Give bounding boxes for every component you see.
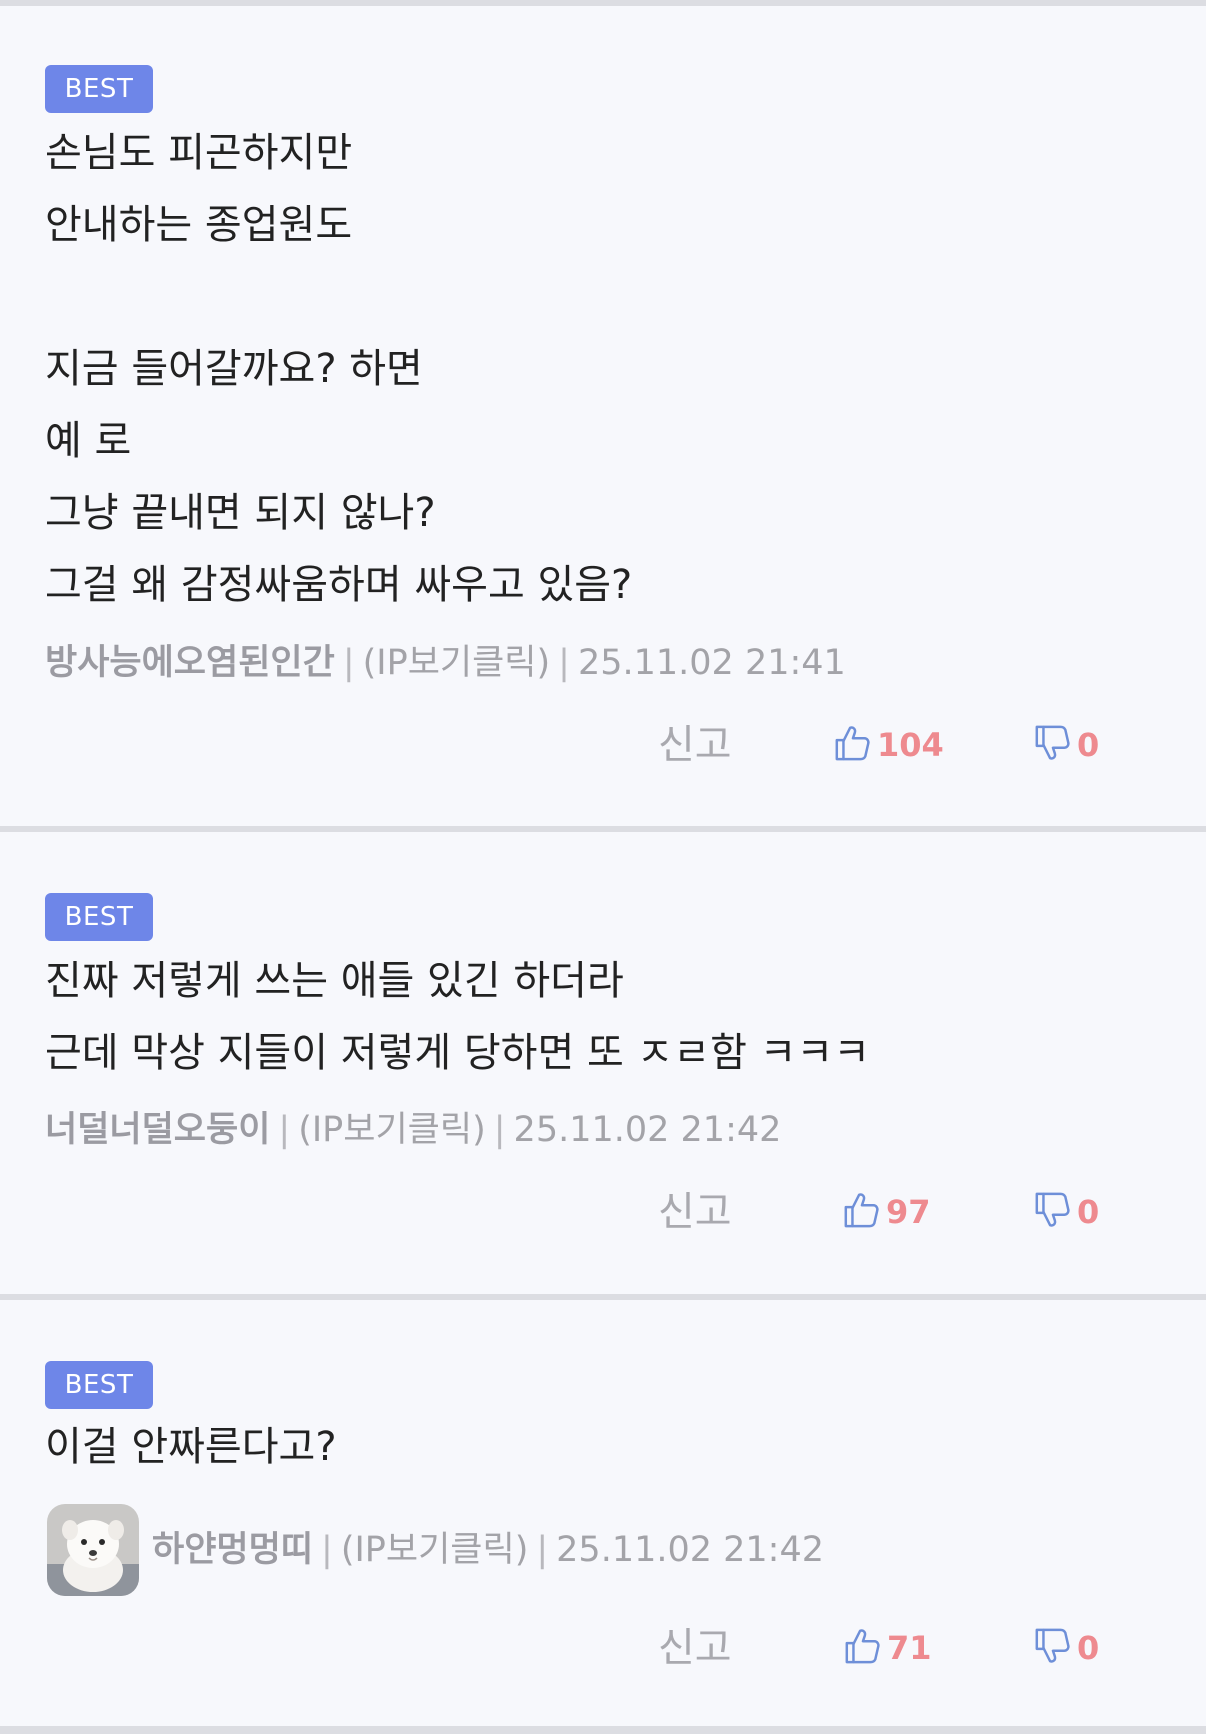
- nickname-link[interactable]: 방사능에오염된인간: [45, 643, 335, 683]
- like-button[interactable]: 71: [843, 1620, 932, 1676]
- comment-meta: 방사능에오염된인간 | (IP보기클릭) | 25.11.02 21:41: [45, 641, 846, 685]
- dislike-count: 0: [1077, 1193, 1100, 1231]
- like-count: 97: [886, 1193, 931, 1231]
- nickname-link[interactable]: 하얀멍멍띠: [152, 1530, 313, 1570]
- timestamp: 25.11.02 21:41: [577, 643, 846, 683]
- thumbs-down-icon: [1033, 723, 1071, 767]
- dislike-button[interactable]: 0: [1033, 1184, 1099, 1240]
- meta-separator: |: [278, 1110, 291, 1150]
- dislike-count: 0: [1077, 726, 1100, 764]
- comment-card: BEST 진짜 저렇게 쓰는 애들 있긴 하더라 근데 막상 지들이 저렇게 당…: [0, 832, 1206, 1294]
- comment-actions: 신고 71 0: [0, 1620, 1206, 1676]
- best-badge: BEST: [45, 1361, 153, 1409]
- meta-separator: |: [493, 1110, 506, 1150]
- bottom-divider: [0, 1726, 1206, 1734]
- comment-meta: 너덜너덜오둥이 | (IP보기클릭) | 25.11.02 21:42: [45, 1108, 781, 1152]
- thumbs-up-icon: [842, 1190, 880, 1234]
- white-puppy-avatar[interactable]: [47, 1504, 139, 1596]
- report-button[interactable]: 신고: [658, 1184, 732, 1240]
- meta-separator: |: [321, 1530, 333, 1570]
- comment-card: BEST 손님도 피곤하지만 안내하는 종업원도 지금 들어갈까요? 하면 예 …: [0, 6, 1206, 826]
- like-button[interactable]: 104: [833, 717, 944, 773]
- dislike-count: 0: [1077, 1629, 1100, 1667]
- ip-view-link[interactable]: (IP보기클릭): [298, 1110, 486, 1150]
- like-count: 71: [887, 1629, 932, 1667]
- meta-separator: |: [558, 643, 570, 683]
- meta-separator: |: [342, 643, 355, 683]
- best-badge: BEST: [45, 893, 153, 941]
- like-count: 104: [877, 726, 944, 764]
- timestamp: 25.11.02 21:42: [556, 1530, 825, 1570]
- nickname-link[interactable]: 너덜너덜오둥이: [45, 1110, 270, 1150]
- dislike-button[interactable]: 0: [1033, 717, 1099, 773]
- report-button[interactable]: 신고: [658, 1620, 732, 1676]
- ip-view-link[interactable]: (IP보기클릭): [341, 1530, 529, 1570]
- comment-actions: 신고 104 0: [0, 717, 1206, 773]
- thumbs-up-icon: [843, 1626, 881, 1670]
- meta-separator: |: [536, 1530, 549, 1570]
- comment-card: BEST 이걸 안짜른다고? 하얀멍멍띠 | (IP보기클릭) | 25.11.02 2…: [0, 1300, 1206, 1726]
- report-button[interactable]: 신고: [658, 717, 732, 773]
- comment-actions: 신고 97 0: [0, 1184, 1206, 1240]
- thumbs-up-icon: [833, 723, 871, 767]
- comment-text: 진짜 저렇게 쓰는 애들 있긴 하더라 근데 막상 지들이 저렇게 당하면 또 …: [45, 958, 871, 1076]
- dislike-button[interactable]: 0: [1033, 1620, 1099, 1676]
- like-button[interactable]: 97: [842, 1184, 931, 1240]
- timestamp: 25.11.02 21:42: [513, 1110, 782, 1150]
- comment-text: 손님도 피곤하지만 안내하는 종업원도 지금 들어갈까요? 하면 예 로 그냥 …: [45, 130, 633, 608]
- thumbs-down-icon: [1033, 1190, 1071, 1234]
- thumbs-down-icon: [1033, 1626, 1071, 1670]
- ip-view-link[interactable]: (IP보기클릭): [363, 643, 551, 683]
- comment-text: 이걸 안짜른다고?: [45, 1424, 337, 1470]
- comment-meta: 하얀멍멍띠 | (IP보기클릭) | 25.11.02 21:42: [152, 1528, 824, 1572]
- best-badge: BEST: [45, 65, 153, 113]
